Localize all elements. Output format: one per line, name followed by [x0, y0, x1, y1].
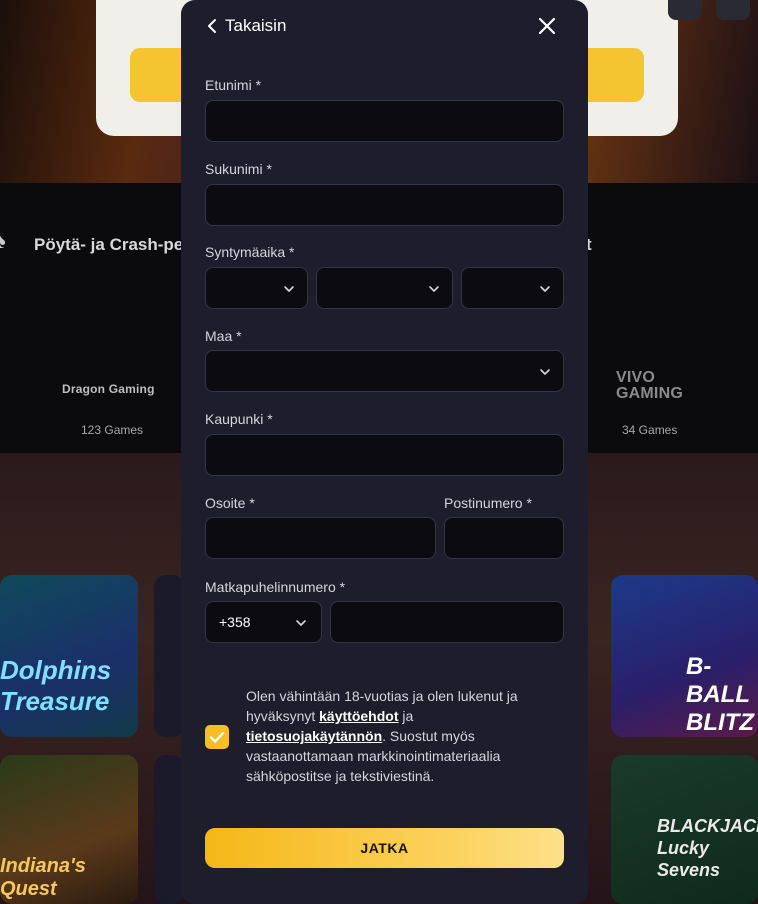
birthdate-label: Syntymäaika * — [205, 244, 295, 260]
address-label: Osoite * — [205, 495, 255, 511]
privacy-link[interactable]: tietosuojakäytännön — [246, 728, 382, 744]
consent-text: Olen vähintään 18-vuotias ja olen lukenu… — [246, 686, 556, 786]
chevron-down-icon — [540, 286, 550, 292]
back-label: Takaisin — [225, 16, 287, 35]
birth-year-select[interactable] — [461, 267, 564, 309]
modal-header: Takaisin — [181, 0, 588, 52]
game-tile — [154, 575, 184, 737]
chevron-left-icon — [207, 18, 217, 34]
address-field[interactable] — [205, 517, 436, 559]
chevron-down-icon — [296, 620, 306, 626]
phone-code-value: +358 — [219, 614, 251, 630]
country-label: Maa * — [205, 328, 242, 344]
game-tile: Dolphins Treasure — [0, 575, 138, 737]
provider-logo-dragon: Dragon Gaming — [62, 382, 155, 396]
postcode-label: Postinumero * — [444, 495, 532, 511]
section-title: Pöytä- ja Crash-pe — [34, 235, 184, 254]
birth-month-select[interactable] — [316, 267, 453, 309]
chevron-down-icon — [284, 286, 294, 292]
game-tile-title: Dolphins Treasure — [0, 655, 112, 716]
chevron-down-icon — [540, 369, 550, 375]
phone-code-select[interactable]: +358 — [205, 601, 322, 643]
game-tile — [154, 755, 184, 904]
registration-modal: Takaisin Etunimi * Sukunimi * Syntymäaik… — [181, 0, 588, 904]
consent-text-part: ja — [398, 708, 414, 724]
game-tile: BLACKJACK Lucky Sevens — [611, 755, 758, 904]
consent-checkbox[interactable] — [205, 725, 229, 749]
provider-games-count: 123 Games — [81, 423, 144, 437]
provider-logo-vivo: VIVO GAMING — [616, 369, 683, 402]
continue-button[interactable]: JATKA — [205, 828, 564, 868]
game-tile-title: BLACKJACK Lucky Sevens — [657, 816, 758, 880]
game-tile-title: Indiana's Quest — [0, 855, 86, 900]
last-name-label: Sukunimi * — [205, 161, 272, 177]
postcode-field[interactable] — [444, 517, 564, 559]
birth-day-select[interactable] — [205, 267, 308, 309]
search-icon — [668, 0, 702, 20]
phone-field[interactable] — [330, 601, 564, 643]
check-icon — [209, 731, 225, 743]
close-icon[interactable] — [536, 15, 558, 37]
game-tile: Indiana's Quest — [0, 755, 138, 904]
terms-link[interactable]: käyttöehdot — [319, 708, 398, 724]
cards-icon: ♠ — [0, 228, 14, 258]
provider-games-count: 34 Games — [622, 423, 678, 437]
country-select[interactable] — [205, 350, 564, 392]
city-field[interactable] — [205, 434, 564, 476]
game-tile-title: B-BALL BLITZ — [686, 653, 754, 736]
first-name-label: Etunimi * — [205, 77, 262, 93]
chevron-down-icon — [429, 286, 439, 292]
game-tile: B-BALL BLITZ — [611, 575, 758, 737]
last-name-field[interactable] — [205, 184, 564, 226]
city-label: Kaupunki * — [205, 411, 273, 427]
phone-label: Matkapuhelinnumero * — [205, 579, 346, 595]
back-button[interactable]: Takaisin — [207, 14, 286, 38]
gift-icon — [716, 0, 750, 20]
first-name-field[interactable] — [205, 100, 564, 142]
